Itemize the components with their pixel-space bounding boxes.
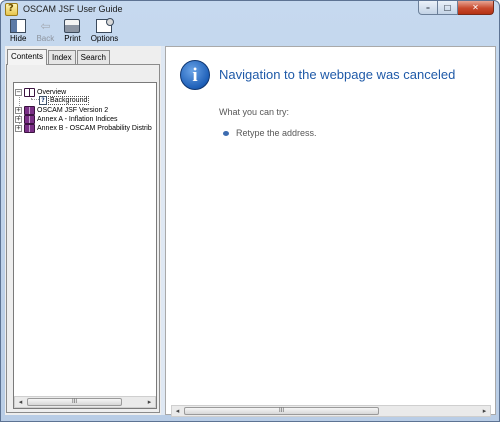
caption-buttons: – □ ✕ — [418, 1, 494, 15]
content-pane: i Navigation to the webpage was canceled… — [165, 46, 496, 417]
scroll-left-icon[interactable]: ◂ — [172, 406, 183, 416]
minimize-icon: – — [426, 3, 430, 12]
maximize-button[interactable]: □ — [438, 1, 458, 15]
scrollbar-thumb[interactable]: III — [27, 398, 122, 406]
expand-icon[interactable]: + — [15, 116, 22, 123]
contents-tree[interactable]: − Overview ? Background + OSCAM JSF Vers… — [13, 82, 157, 409]
scroll-right-icon[interactable]: ▸ — [144, 397, 155, 407]
what-you-can-try-label: What you can try: — [219, 107, 290, 117]
scrollbar-thumb[interactable]: III — [184, 407, 379, 415]
options-button-label: Options — [90, 34, 119, 43]
hide-pane-icon — [10, 19, 27, 33]
hide-button[interactable]: Hide — [5, 19, 31, 45]
close-button[interactable]: ✕ — [458, 1, 494, 15]
tree-connector-line — [31, 99, 39, 100]
options-button[interactable]: Options — [86, 18, 124, 45]
options-icon — [96, 18, 115, 33]
tree-item-label: Background — [47, 96, 90, 105]
tree-horizontal-scrollbar[interactable]: ◂ III ▸ — [14, 396, 156, 408]
help-viewer-window: OSCAM JSF User Guide – □ ✕ Hide ⇦ Back P… — [0, 0, 500, 422]
maximize-icon: □ — [443, 3, 452, 12]
tree-item-label: Annex A - Inflation Indices — [37, 116, 118, 123]
expand-icon[interactable]: + — [15, 107, 22, 114]
toolbar: Hide ⇦ Back Print Options — [5, 18, 124, 45]
page-title: Navigation to the webpage was canceled — [219, 67, 456, 82]
back-button[interactable]: ⇦ Back — [31, 19, 59, 45]
open-book-icon — [24, 88, 35, 97]
print-button-label: Print — [64, 34, 81, 43]
bullet-icon — [223, 131, 229, 136]
help-page-icon: ? — [39, 96, 47, 105]
book-icon — [24, 124, 35, 133]
window-title: OSCAM JSF User Guide — [23, 4, 123, 14]
back-button-label: Back — [36, 34, 55, 43]
suggestion-text: Retype the address. — [236, 128, 317, 138]
navigation-pane: Contents Index Search − Overview ? Backg… — [5, 46, 161, 415]
tab-search[interactable]: Search — [76, 50, 110, 64]
nav-tabs: Contents Index Search — [7, 49, 111, 65]
tab-contents[interactable]: Contents — [7, 49, 48, 65]
hide-button-label: Hide — [10, 34, 27, 43]
tree-item-annex-b[interactable]: + Annex B - OSCAM Probability Distrib — [15, 123, 152, 134]
tree-item-label: Annex B - OSCAM Probability Distrib — [37, 125, 152, 132]
tab-index[interactable]: Index — [48, 50, 76, 64]
content-horizontal-scrollbar[interactable]: ◂ III ▸ — [171, 405, 491, 417]
expand-icon[interactable]: + — [15, 125, 22, 132]
contents-tab-panel: − Overview ? Background + OSCAM JSF Vers… — [6, 64, 160, 413]
info-icon: i — [180, 60, 210, 90]
minimize-button[interactable]: – — [418, 1, 438, 15]
back-arrow-icon: ⇦ — [40, 19, 51, 33]
scroll-left-icon[interactable]: ◂ — [15, 397, 26, 407]
printer-icon — [64, 19, 81, 33]
close-icon: ✕ — [472, 3, 479, 12]
collapse-icon[interactable]: − — [15, 89, 22, 96]
tree-item-label: OSCAM JSF Version 2 — [37, 107, 109, 114]
help-app-icon — [5, 3, 18, 16]
scroll-right-icon[interactable]: ▸ — [479, 406, 490, 416]
print-button[interactable]: Print — [59, 19, 85, 45]
